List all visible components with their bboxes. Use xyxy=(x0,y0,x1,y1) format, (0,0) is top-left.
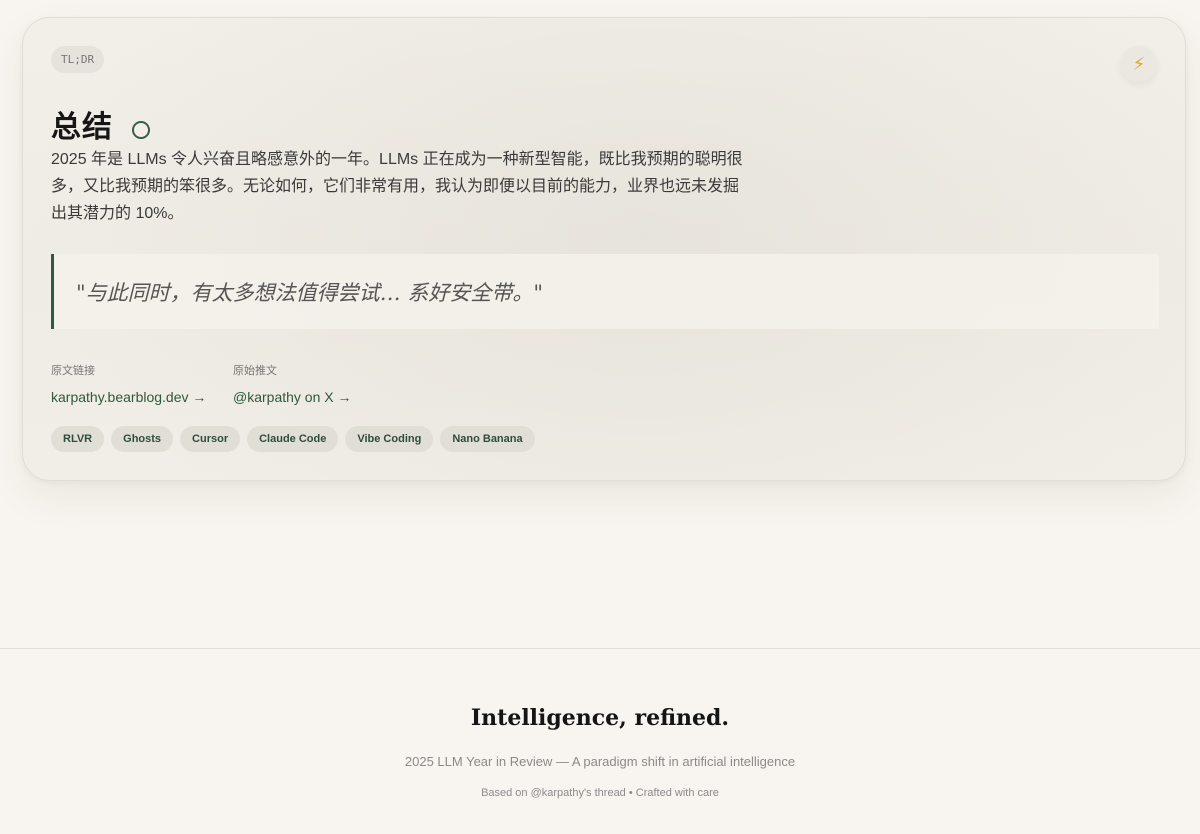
quote-text: "与此同时，有太多想法值得尝试… 系好安全带。" xyxy=(76,280,543,305)
tag-vibe-coding[interactable]: Vibe Coding xyxy=(345,426,434,452)
footer-divider xyxy=(0,648,1200,649)
mouse-cursor-ring xyxy=(132,121,150,139)
footer-title: Intelligence, refined. xyxy=(470,705,730,731)
summary-text: 2025 年是 LLMs 令人兴奋且略感意外的一年。LLMs 正在成为一种新型智… xyxy=(51,151,743,222)
source-link-label: 原文链接 xyxy=(51,365,95,377)
tag-claude-code[interactable]: Claude Code xyxy=(247,426,339,452)
tag-list: RLVR Ghosts Cursor Claude Code Vibe Codi… xyxy=(51,426,535,452)
source-link-group: 原文链接 karpathy.bearblog.dev → xyxy=(51,362,206,405)
tldr-card: TL;DR ⚡ 总结 2025 年是 LLMs 令人兴奋且略感意外的一年。LLM… xyxy=(22,17,1186,481)
tag-rlvr[interactable]: RLVR xyxy=(51,426,105,452)
tag-ghosts[interactable]: Ghosts xyxy=(111,426,174,452)
pull-quote: "与此同时，有太多想法值得尝试… 系好安全带。" xyxy=(51,254,1159,329)
tweet-link-label: 原始推文 xyxy=(233,365,277,377)
footer-credit: Based on @karpathy's thread • Crafted wi… xyxy=(481,787,719,799)
tweet-link[interactable]: @karpathy on X → xyxy=(233,389,352,405)
tag-nano-banana[interactable]: Nano Banana xyxy=(440,426,535,452)
lightning-bolt-icon[interactable]: ⚡ xyxy=(1121,46,1157,82)
footer-subtitle: 2025 LLM Year in Review — A paradigm shi… xyxy=(404,754,796,769)
tldr-badge: TL;DR xyxy=(51,46,105,73)
source-link[interactable]: karpathy.bearblog.dev → xyxy=(51,389,206,405)
tag-cursor[interactable]: Cursor xyxy=(180,426,241,452)
tweet-link-group: 原始推文 @karpathy on X → xyxy=(233,362,352,405)
card-title: 总结 xyxy=(51,110,113,145)
